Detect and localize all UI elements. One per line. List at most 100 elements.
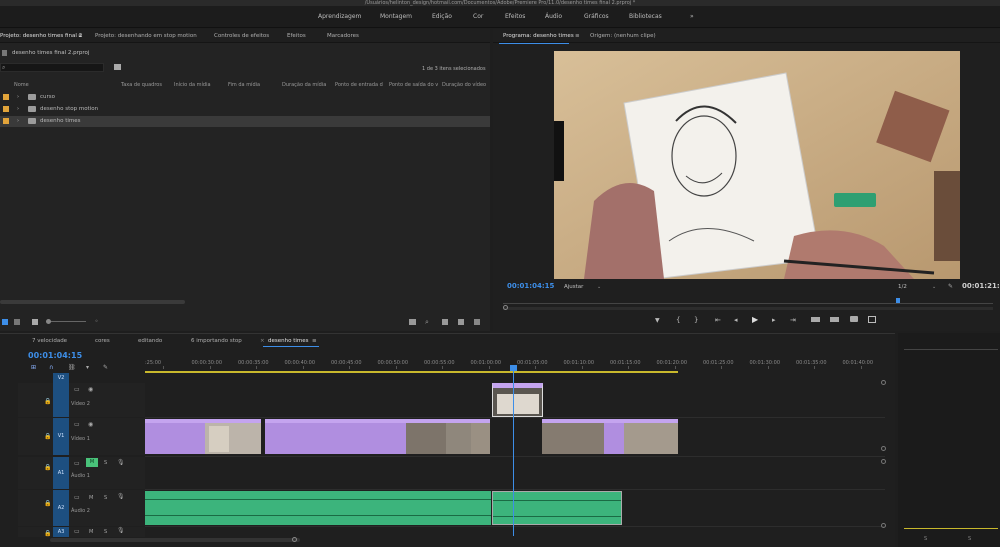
- video-clip[interactable]: 61.JPG: [492, 383, 543, 417]
- col-video-duration[interactable]: Duração do vídeo: [442, 82, 486, 88]
- extract-icon[interactable]: [830, 317, 839, 322]
- col-media-end[interactable]: Fim da mídia: [228, 82, 260, 88]
- new-item-icon[interactable]: [458, 319, 464, 325]
- lock-icon[interactable]: 🔒: [44, 398, 51, 405]
- timeline-settings-icon[interactable]: ✎: [103, 364, 108, 371]
- workspace-montagem[interactable]: Montagem: [380, 13, 412, 20]
- freeform-view-icon[interactable]: [32, 319, 38, 325]
- project-scrollbar[interactable]: [0, 300, 185, 304]
- sync-lock-icon[interactable]: ▭: [74, 460, 80, 467]
- sync-lock-icon[interactable]: ▭: [74, 421, 80, 428]
- timeline-horizontal-scrollbar[interactable]: [50, 538, 300, 542]
- program-scrubber[interactable]: [503, 303, 993, 304]
- scrollbar-handle[interactable]: [292, 537, 297, 542]
- automate-icon[interactable]: [409, 319, 416, 325]
- microphone-icon[interactable]: 🎙: [117, 493, 125, 500]
- zoom-bar[interactable]: [503, 307, 993, 310]
- timeline-playhead[interactable]: [513, 366, 514, 536]
- microphone-icon[interactable]: 🎙: [117, 527, 125, 534]
- video-clip[interactable]: [471, 419, 490, 454]
- audio-clip[interactable]: [492, 491, 622, 525]
- icon-view-icon[interactable]: [14, 319, 20, 325]
- lock-icon[interactable]: 🔒: [44, 500, 51, 507]
- col-media-start[interactable]: Início da mídia: [174, 82, 211, 88]
- workspace-more-button[interactable]: »: [690, 13, 694, 20]
- step-back-icon[interactable]: ◂: [734, 316, 738, 324]
- lock-icon[interactable]: 🔒: [44, 530, 51, 537]
- solo-button-a3[interactable]: S: [104, 529, 107, 535]
- mark-out-icon[interactable]: }: [694, 316, 698, 324]
- video-clip[interactable]: 61.JPG: [406, 419, 446, 454]
- col-name[interactable]: Nome: [14, 82, 29, 88]
- panel-menu-icon[interactable]: ≡: [575, 33, 580, 39]
- program-timecode[interactable]: 00:01:04:15: [507, 282, 554, 290]
- eye-icon[interactable]: ◉: [88, 386, 93, 393]
- tab-effect-controls[interactable]: Controles de efeitos: [214, 33, 269, 39]
- video-clip[interactable]: 61.JPG: [205, 419, 261, 454]
- workspace-graficos[interactable]: Gráficos: [584, 13, 609, 20]
- sort-icon[interactable]: ⚬: [94, 318, 99, 325]
- camera-icon[interactable]: [850, 316, 858, 322]
- chevron-down-icon[interactable]: ⌄: [597, 284, 601, 290]
- col-video-in[interactable]: Ponto de entrada d: [335, 82, 383, 88]
- list-view-icon[interactable]: [2, 319, 8, 325]
- mute-button-a1[interactable]: M: [86, 458, 98, 467]
- panel-menu-icon[interactable]: ≡: [312, 338, 317, 344]
- col-video-out[interactable]: Ponto de saída do v: [389, 82, 438, 88]
- track-target-v1[interactable]: V1: [53, 418, 69, 455]
- col-frame-rate[interactable]: Taxa de quadros: [121, 82, 162, 88]
- zoom-bar-handle[interactable]: [503, 305, 508, 310]
- add-marker-icon[interactable]: ▼: [655, 317, 660, 324]
- track-scroll-handle[interactable]: [881, 380, 886, 385]
- snap-icon[interactable]: ∩: [49, 364, 53, 371]
- panel-menu-icon[interactable]: ≡: [78, 33, 83, 39]
- mute-button-a3[interactable]: M: [89, 529, 93, 535]
- track-target-a3[interactable]: A3: [53, 527, 69, 537]
- sequence-tab-velocidade[interactable]: 7 velocidade: [32, 338, 67, 344]
- fit-dropdown[interactable]: Ajustar: [564, 284, 583, 290]
- close-icon[interactable]: ×: [260, 338, 265, 344]
- track-target-a2[interactable]: A2: [53, 490, 69, 526]
- resolution-dropdown[interactable]: 1/2: [898, 284, 907, 290]
- meter-solo-right[interactable]: S: [968, 536, 971, 542]
- linked-selection-icon[interactable]: ⛓: [68, 364, 76, 371]
- sequence-tab-desenho-times[interactable]: desenho times: [268, 338, 309, 344]
- list-item[interactable]: › desenho stop motion: [0, 104, 490, 115]
- lock-icon[interactable]: 🔒: [44, 464, 51, 471]
- video-clip[interactable]: 61.JPG: [624, 419, 678, 454]
- track-scroll-handle[interactable]: [881, 446, 886, 451]
- audio-clip[interactable]: [145, 491, 491, 525]
- playhead-handle[interactable]: [510, 365, 517, 371]
- sequence-tab-importando-stop[interactable]: 6 importando stop: [191, 338, 242, 344]
- step-forward-icon[interactable]: ▸: [772, 316, 776, 324]
- expand-arrow-icon[interactable]: ›: [17, 94, 19, 100]
- mark-in-icon[interactable]: {: [676, 316, 680, 324]
- wrench-icon[interactable]: ✎: [948, 283, 953, 290]
- track-target-a1[interactable]: A1: [53, 457, 69, 489]
- col-media-duration[interactable]: Duração da mídia: [282, 82, 326, 88]
- solo-button-a1[interactable]: S: [104, 460, 107, 466]
- sync-lock-icon[interactable]: ▭: [74, 494, 80, 501]
- lift-icon[interactable]: [811, 317, 820, 322]
- sequence-tab-editando[interactable]: editando: [138, 338, 162, 344]
- project-search-input[interactable]: [0, 63, 104, 72]
- workspace-audio[interactable]: Áudio: [545, 13, 562, 20]
- eye-icon[interactable]: ◉: [88, 421, 93, 428]
- expand-arrow-icon[interactable]: ›: [17, 106, 19, 112]
- new-bin-icon[interactable]: [114, 64, 121, 70]
- zoom-slider-handle[interactable]: [46, 319, 51, 324]
- tab-source[interactable]: Origem: (nenhum clipe): [590, 33, 656, 39]
- track-target-v2[interactable]: V2: [53, 373, 69, 417]
- workspace-efeitos[interactable]: Efeitos: [505, 13, 525, 20]
- trash-icon[interactable]: [474, 319, 480, 325]
- video-clip[interactable]: 61.JPG: [542, 419, 604, 454]
- workspace-bibliotecas[interactable]: Bibliotecas: [629, 13, 662, 20]
- track-scroll-handle[interactable]: [881, 523, 886, 528]
- work-area-bar[interactable]: [145, 371, 678, 373]
- lock-icon[interactable]: 🔒: [44, 433, 51, 440]
- tab-markers[interactable]: Marcadores: [327, 33, 359, 39]
- meter-solo-left[interactable]: S: [924, 536, 927, 542]
- chevron-down-icon[interactable]: ⌄: [932, 284, 936, 290]
- sync-lock-icon[interactable]: ▭: [74, 386, 80, 393]
- tab-project-desenho-times[interactable]: Projeto: desenho times final 2: [0, 33, 82, 39]
